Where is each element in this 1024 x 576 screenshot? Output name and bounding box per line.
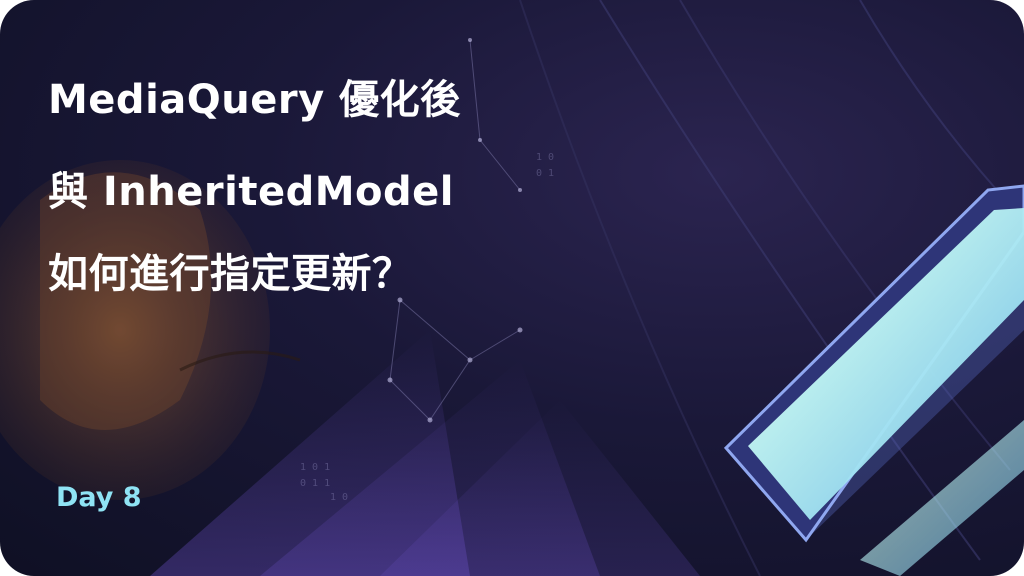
svg-text:1 0 1: 1 0 1 xyxy=(300,462,330,473)
svg-text:1 0: 1 0 xyxy=(330,492,348,503)
title-line-1: MediaQuery 優化後 xyxy=(48,77,461,123)
svg-text:0 1: 0 1 xyxy=(536,168,554,179)
cover-card: 1 0 0 1 1 0 1 0 1 1 1 0 MediaQuery 優化後 與… xyxy=(0,0,1024,576)
svg-text:0 1 1: 0 1 1 xyxy=(300,478,330,489)
svg-text:1 0: 1 0 xyxy=(536,152,554,163)
title-line-2: 與 InheritedModel xyxy=(48,169,454,215)
day-label: Day 8 xyxy=(56,482,142,513)
title-line-3: 如何進行指定更新？ xyxy=(48,251,413,297)
